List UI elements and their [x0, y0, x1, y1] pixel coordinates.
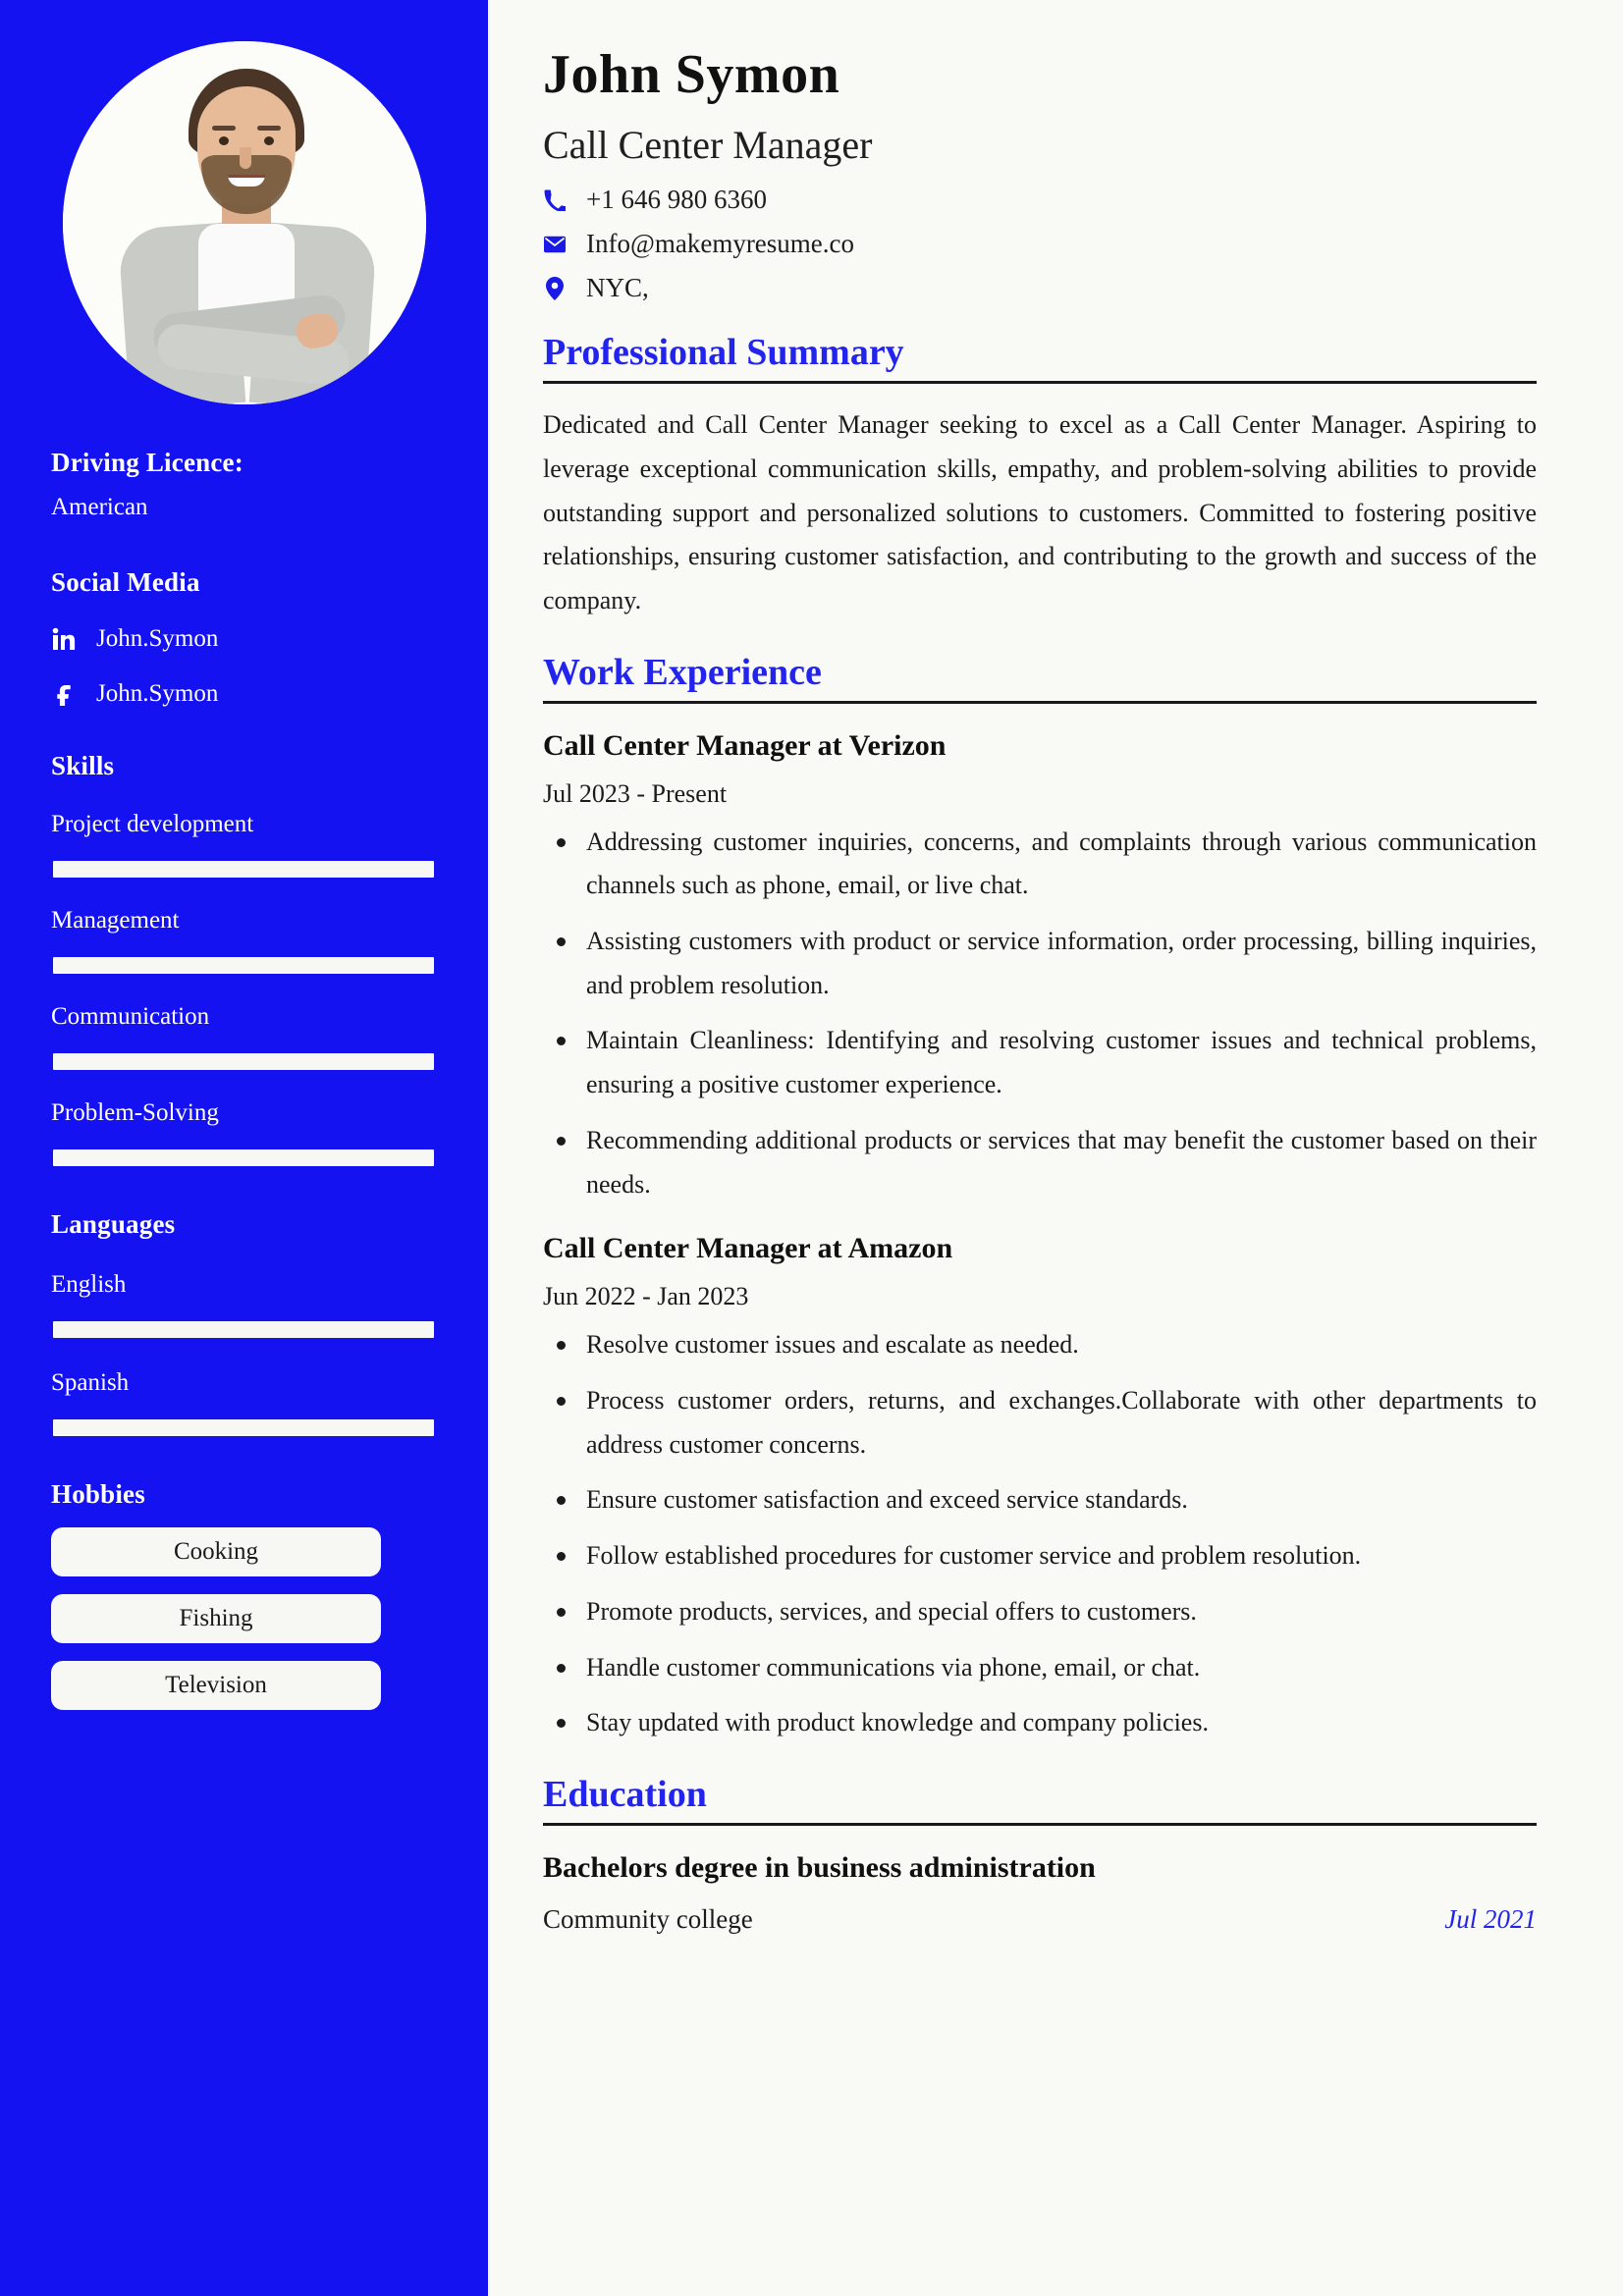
contact-phone[interactable]: +1 646 980 6360	[543, 185, 1537, 215]
job-bullet: Ensure customer satisfaction and exceed …	[543, 1478, 1537, 1522]
job-bullet: Resolve customer issues and escalate as …	[543, 1323, 1537, 1367]
job-bullet: Handle customer communications via phone…	[543, 1646, 1537, 1690]
skill-label: Communication	[51, 1002, 210, 1030]
language-progress-bar	[53, 1320, 434, 1338]
job-dates: Jul 2023 - Present	[543, 778, 728, 808]
education-school: Community college	[543, 1903, 753, 1934]
social-link-facebook-label: John.Symon	[96, 679, 219, 707]
skill-item: Project development	[51, 811, 437, 878]
job-bullet: Recommending additional products or serv…	[543, 1119, 1537, 1206]
job-bullet: Maintain Cleanliness: Identifying and re…	[543, 1019, 1537, 1106]
email-icon	[543, 236, 567, 253]
job-bullet: Promote products, services, and special …	[543, 1590, 1537, 1634]
photo-container	[0, 0, 488, 404]
sidebar: Driving Licence: American Social Media J…	[0, 0, 488, 2296]
job-entry: Call Center Manager at Verizon Jul 2023 …	[543, 729, 1537, 1207]
language-progress-bar	[53, 1418, 434, 1436]
job-entry: Call Center Manager at Amazon Jun 2022 -…	[543, 1232, 1537, 1745]
education-degree: Bachelors degree in business administrat…	[543, 1850, 1096, 1884]
job-dates: Jun 2022 - Jan 2023	[543, 1282, 749, 1311]
hobby-pill-television[interactable]: Television	[51, 1660, 381, 1710]
driving-licence-heading: Driving Licence:	[51, 448, 243, 477]
skill-progress-bar	[53, 956, 434, 974]
skill-progress-bar	[53, 860, 434, 878]
contact-phone-value: +1 646 980 6360	[586, 185, 767, 215]
section-divider	[543, 381, 1537, 385]
linkedin-icon	[51, 627, 77, 651]
language-item: Spanish	[51, 1369, 437, 1436]
contact-location[interactable]: NYC,	[543, 273, 1537, 303]
skill-item: Management	[51, 907, 437, 974]
summary-text: Dedicated and Call Center Manager seekin…	[543, 410, 1537, 615]
social-link-linkedin-label: John.Symon	[96, 624, 219, 652]
contact-email[interactable]: Info@makemyresume.co	[543, 229, 1537, 259]
contact-email-value: Info@makemyresume.co	[586, 229, 855, 259]
contact-list: +1 646 980 6360 Info@makemyresume.co NYC…	[543, 185, 1537, 303]
skill-label: Project development	[51, 810, 254, 837]
languages-heading: Languages	[51, 1208, 176, 1239]
skill-item: Communication	[51, 1003, 437, 1070]
contact-location-value: NYC,	[586, 273, 649, 303]
job-bullet-list: Resolve customer issues and escalate as …	[543, 1323, 1537, 1745]
job-bullet: Assisting customers with product or serv…	[543, 920, 1537, 1007]
section-divider	[543, 700, 1537, 704]
social-link-facebook[interactable]: John.Symon	[51, 680, 437, 708]
header-job-title: Call Center Manager	[543, 123, 873, 168]
job-bullet: Addressing customer inquiries, concerns,…	[543, 821, 1537, 908]
skill-label: Problem-Solving	[51, 1098, 219, 1126]
social-link-linkedin[interactable]: John.Symon	[51, 625, 437, 653]
education-entry: Bachelors degree in business administrat…	[543, 1851, 1537, 1935]
job-bullet: Process customer orders, returns, and ex…	[543, 1379, 1537, 1467]
resume-main-content: John Symon Call Center Manager +1 646 98…	[488, 0, 1623, 2296]
education-date: Jul 2021	[1444, 1903, 1537, 1934]
hobby-pill-fishing[interactable]: Fishing	[51, 1593, 381, 1643]
avatar	[62, 41, 426, 404]
section-heading-summary: Professional Summary	[543, 332, 904, 374]
job-title: Call Center Manager at Verizon	[543, 728, 947, 762]
page-title: John Symon	[543, 44, 840, 105]
language-label: Spanish	[51, 1368, 130, 1396]
skills-heading: Skills	[51, 750, 115, 780]
location-pin-icon	[543, 276, 567, 300]
skill-progress-bar	[53, 1148, 434, 1166]
skill-progress-bar	[53, 1052, 434, 1070]
job-bullet: Stay updated with product knowledge and …	[543, 1701, 1537, 1745]
driving-licence-value: American	[51, 494, 148, 520]
skill-item: Problem-Solving	[51, 1099, 437, 1166]
language-label: English	[51, 1270, 127, 1298]
job-title: Call Center Manager at Amazon	[543, 1232, 953, 1265]
social-media-heading: Social Media	[51, 566, 200, 597]
job-bullet-list: Addressing customer inquiries, concerns,…	[543, 821, 1537, 1207]
skill-label: Management	[51, 906, 180, 934]
section-heading-work-experience: Work Experience	[543, 651, 822, 693]
hobbies-heading: Hobbies	[51, 1478, 145, 1509]
job-bullet: Follow established procedures for custom…	[543, 1534, 1537, 1578]
section-divider	[543, 1822, 1537, 1826]
hobby-pill-cooking[interactable]: Cooking	[51, 1526, 381, 1576]
language-item: English	[51, 1271, 437, 1338]
section-heading-education: Education	[543, 1774, 707, 1816]
facebook-icon	[51, 682, 77, 706]
phone-icon	[543, 189, 567, 211]
